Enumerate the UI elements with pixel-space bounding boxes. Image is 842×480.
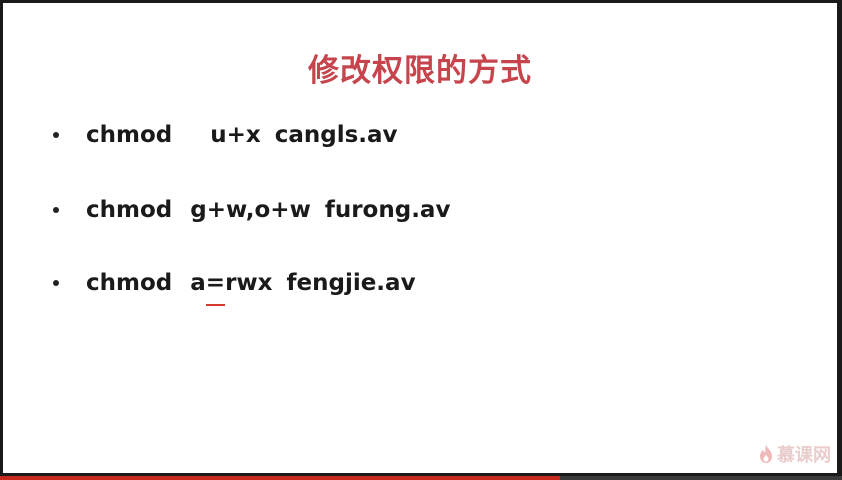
command-mode-perms: rwx (225, 270, 273, 296)
video-progress-bar[interactable] (0, 476, 842, 480)
command-mode: g+w,o+w (190, 197, 311, 223)
command-file: cangls.av (274, 122, 398, 148)
flame-icon (760, 445, 772, 463)
command-mode-operator: = (205, 270, 226, 306)
slide: 修改权限的方式 chmod u+x cangls.av chmod g+w,o+w fu… (3, 3, 837, 473)
watermark-text: 慕课网 (777, 445, 831, 466)
bullet-icon (53, 132, 59, 138)
watermark: 慕课网 (758, 441, 831, 467)
command-name: chmod (86, 270, 173, 296)
command-name: chmod (86, 122, 173, 148)
command-file: fengjie.av (286, 270, 416, 296)
command-line: chmod g+w,o+w furong.av (86, 197, 450, 223)
command-line: chmod u+x cangls.av (86, 122, 398, 148)
list-item: chmod g+w,o+w furong.av (53, 190, 450, 230)
command-name: chmod (86, 197, 173, 223)
command-line: chmod a = rwx fengjie.av (86, 270, 416, 306)
bullet-icon (53, 280, 59, 286)
list-item: chmod u+x cangls.av (53, 115, 398, 155)
bullet-icon (53, 207, 59, 213)
list-item: chmod a = rwx fengjie.av (53, 263, 416, 306)
command-mode-target: a (190, 270, 206, 296)
command-list: chmod u+x cangls.av chmod g+w,o+w furong.av … (53, 3, 813, 473)
command-file: furong.av (324, 197, 451, 223)
command-mode: u+x (210, 122, 261, 148)
video-progress-fill (0, 476, 560, 480)
